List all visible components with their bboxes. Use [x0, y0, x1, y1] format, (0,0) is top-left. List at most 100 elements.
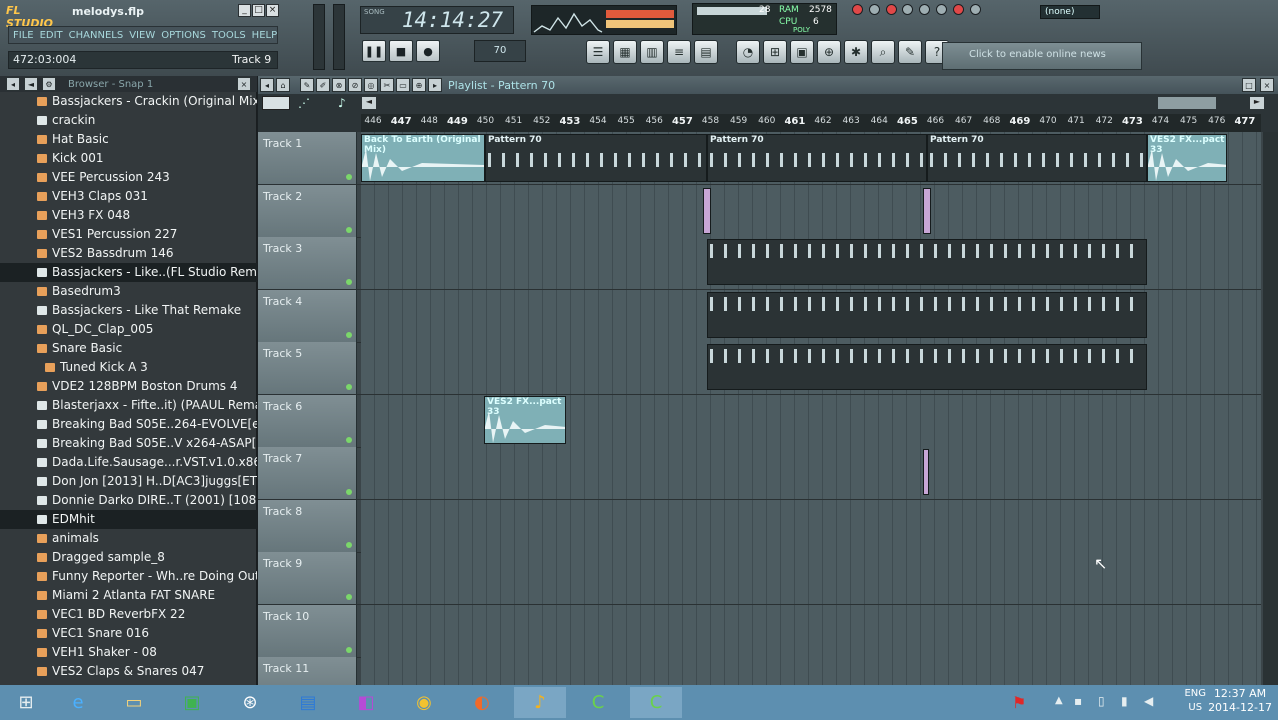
menu-help[interactable]: HELP — [252, 30, 277, 41]
internet-explorer-icon[interactable]: e — [52, 687, 104, 718]
mute-tool-icon[interactable]: ⊘ — [348, 78, 362, 92]
store-icon[interactable]: ▣ — [166, 687, 218, 718]
wait-icon[interactable] — [952, 4, 964, 15]
scroll-right-icon[interactable]: ► — [1250, 97, 1264, 109]
piano-roll-icon[interactable]: ▥ — [640, 40, 664, 64]
scroll-left-icon[interactable]: ◄ — [362, 97, 376, 109]
file-explorer-icon[interactable]: ▭ — [108, 687, 160, 718]
playlist-clip[interactable]: Back To Earth (Original Mix) — [361, 134, 485, 182]
browser-item[interactable]: VEE Percussion 243 — [0, 168, 257, 187]
browser-item[interactable]: Miami 2 Atlanta FAT SNARE — [0, 586, 257, 605]
menu-options[interactable]: OPTIONS — [161, 30, 206, 41]
browser-item[interactable]: Bassjackers - Crackin (Original Mix)_4 — [0, 92, 257, 111]
browser-item[interactable]: Breaking Bad S05E..264-EVOLVE[ettv] — [0, 415, 257, 434]
record-button[interactable]: ● — [416, 40, 440, 62]
track-mute-led-icon[interactable] — [346, 436, 352, 443]
tray-expand-icon[interactable]: ▲ — [1055, 695, 1063, 706]
browser-item[interactable]: Bassjackers - Like That Remake — [0, 301, 257, 320]
browser-item[interactable]: Basedrum3 — [0, 282, 257, 301]
master-volume-slider[interactable] — [313, 4, 325, 70]
vertical-scrollbar[interactable] — [1263, 132, 1278, 685]
track-label[interactable]: Track 3 — [258, 237, 357, 289]
menu-view[interactable]: VIEW — [129, 30, 155, 41]
paint-tool-icon[interactable]: ✐ — [316, 78, 330, 92]
playlist-menu-icon[interactable]: ◂ — [260, 78, 274, 92]
browser-item[interactable]: VEC1 Snare 016 — [0, 624, 257, 643]
typing-keyboard-icon[interactable] — [936, 4, 948, 15]
menu-channels[interactable]: CHANNELS — [69, 30, 124, 41]
track-grid[interactable] — [361, 499, 1261, 552]
fl-studio-taskbar-icon[interactable]: ♪ — [514, 687, 566, 718]
loop-icon[interactable] — [902, 4, 914, 15]
track-label[interactable]: Track 2 — [258, 184, 357, 237]
menu-edit[interactable]: EDIT — [40, 30, 63, 41]
track-mute-led-icon[interactable] — [346, 174, 352, 180]
minimize-icon[interactable]: _ — [238, 4, 251, 17]
track-label[interactable]: Track 9 — [258, 552, 357, 604]
browser-item[interactable]: Breaking Bad S05E..V x264-ASAP[ettv] — [0, 434, 257, 453]
record-mode-icon[interactable] — [852, 4, 863, 15]
app-purple-icon[interactable]: ◧ — [340, 687, 392, 718]
step-sequencer-icon[interactable]: ▦ — [613, 40, 637, 64]
browser-item[interactable]: VEH3 FX 048 — [0, 206, 257, 225]
note-icon[interactable]: ♪ — [338, 96, 352, 110]
browser-item[interactable]: Dragged sample_8 — [0, 548, 257, 567]
track-label[interactable]: Track 7 — [258, 447, 357, 499]
browser-item[interactable]: Kick 001 — [0, 149, 257, 168]
track-mute-led-icon[interactable] — [346, 489, 352, 495]
browser-item[interactable]: Tuned Kick A 3 — [0, 358, 257, 377]
playlist-clip[interactable]: VES2 FX...pact 33 — [484, 396, 566, 444]
hp-icon[interactable]: ⊛ — [224, 687, 276, 718]
system-clock[interactable]: 12:37 AM 2014-12-17 — [1208, 687, 1272, 715]
zoom-tool-icon[interactable]: ⊕ — [412, 78, 426, 92]
settings-icon[interactable]: ✱ — [844, 40, 868, 64]
tempo-tapper-icon[interactable]: ⊕ — [817, 40, 841, 64]
track-label[interactable]: Track 6 — [258, 394, 357, 447]
online-news-panel[interactable]: Click to enable online news — [942, 42, 1142, 70]
countdown-icon[interactable] — [969, 4, 981, 15]
pattern-selector[interactable]: 70 — [474, 40, 526, 62]
track-mute-led-icon[interactable] — [346, 384, 352, 390]
browser-item[interactable]: VES2 Bassdrum 146 — [0, 244, 257, 263]
browser-icon[interactable]: ◔ — [736, 40, 760, 64]
pattern-mode-toggle[interactable] — [262, 96, 290, 110]
playlist-snap-icon[interactable]: ⌂ — [276, 78, 290, 92]
browser-item[interactable]: animals — [0, 529, 257, 548]
browser-item[interactable]: VEC1 BD ReverbFX 22 — [0, 605, 257, 624]
track-label[interactable]: Track 1 — [258, 132, 357, 184]
track-label[interactable]: Track 5 — [258, 342, 357, 394]
browser-item[interactable]: VES2 Claps & Snares 047 — [0, 662, 257, 681]
stop-button[interactable]: ■ — [389, 40, 413, 62]
start-button-icon[interactable]: ⊞ — [0, 687, 52, 718]
channel-rack-icon[interactable]: ≡ — [667, 40, 691, 64]
notification-alert-icon[interactable]: ⚑ — [1012, 693, 1026, 712]
track-grid[interactable] — [361, 184, 1261, 237]
browser-item[interactable]: Don Jon [2013] H..D[AC3]juggs[ETRG] — [0, 472, 257, 491]
track-mute-led-icon[interactable] — [346, 279, 352, 285]
preset-selector[interactable]: (none) — [1040, 5, 1100, 19]
playback-tool-icon[interactable]: ▸ — [428, 78, 442, 92]
select-tool-icon[interactable]: ▭ — [396, 78, 410, 92]
blend-icon[interactable] — [885, 4, 897, 15]
tray-network-icon[interactable]: ▯ — [1098, 694, 1105, 708]
firefox-icon[interactable]: ◐ — [456, 687, 508, 718]
pattern-block[interactable] — [707, 344, 1147, 390]
browser-close-icon[interactable]: × — [237, 77, 251, 91]
browser-item[interactable]: VDE2 128BPM Boston Drums 4 — [0, 377, 257, 396]
browser-item[interactable]: Snare Basic — [0, 339, 257, 358]
plugin-picker-icon[interactable]: ⊞ — [763, 40, 787, 64]
wrench-icon[interactable]: ✎ — [898, 40, 922, 64]
horizontal-scroll-thumb[interactable] — [1158, 97, 1216, 109]
browser-item[interactable]: VEH1 Shaker - 08 — [0, 643, 257, 662]
tray-app-icon[interactable]: ▪ — [1074, 694, 1082, 708]
track-mute-led-icon[interactable] — [346, 331, 352, 338]
browser-item[interactable]: Dada.Life.Sausage...r.VST.v1.0.x86.x64 — [0, 453, 257, 472]
playlist-clip[interactable]: Pattern 70 — [707, 134, 927, 182]
track-mute-led-icon[interactable] — [346, 226, 352, 233]
delete-tool-icon[interactable]: ⊗ — [332, 78, 346, 92]
play-pause-button[interactable]: ❚❚ — [362, 40, 386, 62]
metronome-icon[interactable] — [868, 4, 880, 15]
playlist-close-icon[interactable]: × — [1260, 78, 1274, 92]
master-pitch-slider[interactable] — [333, 4, 345, 70]
close-icon[interactable]: × — [266, 4, 279, 17]
